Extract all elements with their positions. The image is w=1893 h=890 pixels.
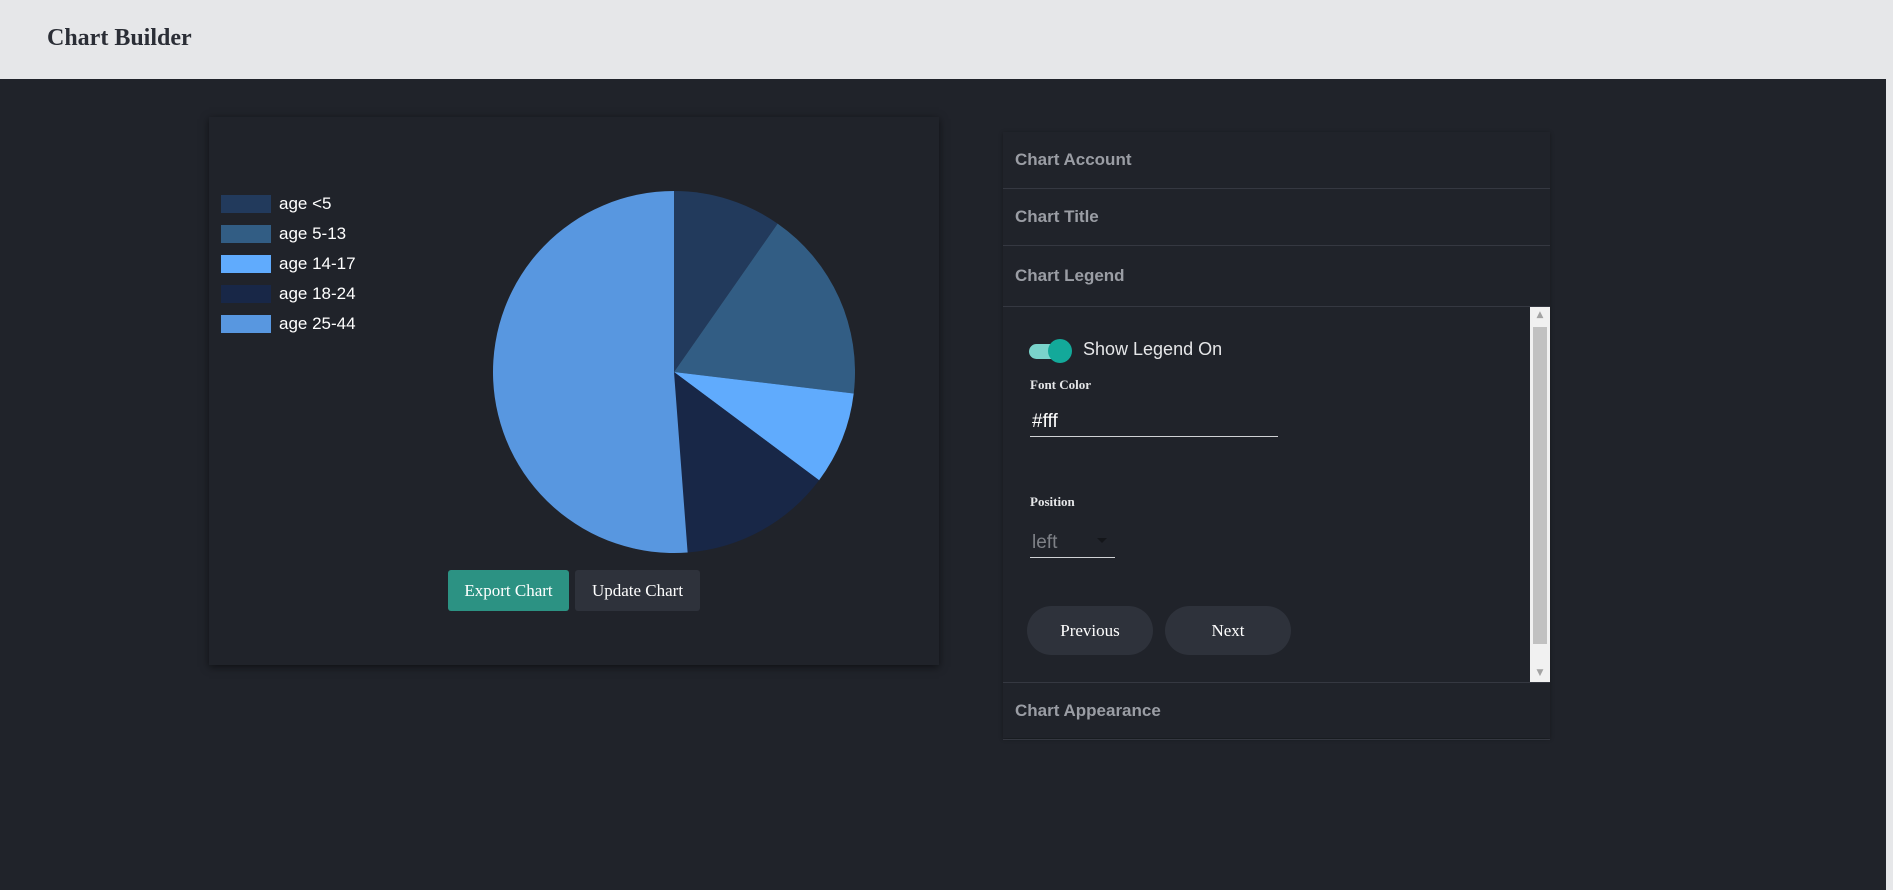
section-chart-appearance[interactable]: Chart Appearance	[1003, 683, 1550, 740]
next-button[interactable]: Next	[1165, 606, 1291, 655]
legend-label: age 14-17	[279, 254, 356, 273]
legend-item: age 5-13	[221, 219, 421, 249]
caret-down-icon	[1097, 538, 1107, 543]
section-label: Chart Appearance	[1015, 701, 1161, 720]
legend-swatch	[221, 315, 271, 333]
scrollbar-thumb[interactable]	[1533, 327, 1547, 644]
legend-settings-body: Show Legend On Font Color Position left …	[1003, 307, 1550, 683]
pie-chart	[492, 191, 855, 553]
chart-settings-panel: Chart Account Chart Title Chart Legend S…	[1003, 132, 1550, 740]
legend-label: age <5	[279, 194, 332, 213]
show-legend-toggle[interactable]	[1027, 338, 1073, 364]
section-label: Chart Legend	[1015, 266, 1125, 285]
legend-item: age 14-17	[221, 249, 421, 279]
chart-legend: age <5 age 5-13 age 14-17 age 18-24 age …	[221, 189, 421, 339]
legend-swatch	[221, 285, 271, 303]
legend-swatch	[221, 255, 271, 273]
legend-label: age 25-44	[279, 314, 356, 333]
triangle-down-icon[interactable]: ▼	[1530, 665, 1550, 682]
section-chart-account[interactable]: Chart Account	[1003, 132, 1550, 189]
legend-swatch	[221, 195, 271, 213]
chart-preview-card: age <5 age 5-13 age 14-17 age 18-24 age …	[209, 117, 939, 665]
legend-item: age 25-44	[221, 309, 421, 339]
legend-item: age <5	[221, 189, 421, 219]
section-chart-title[interactable]: Chart Title	[1003, 189, 1550, 246]
position-label: Position	[1030, 494, 1075, 509]
export-chart-button[interactable]: Export Chart	[448, 570, 569, 611]
toggle-knob	[1048, 339, 1072, 363]
legend-label: age 18-24	[279, 284, 356, 303]
position-select[interactable]: left	[1030, 526, 1115, 558]
triangle-up-icon[interactable]: ▲	[1530, 307, 1550, 324]
previous-button[interactable]: Previous	[1027, 606, 1153, 655]
update-chart-button[interactable]: Update Chart	[575, 570, 700, 611]
show-legend-label: Show Legend On	[1083, 339, 1223, 359]
page-scrollbar[interactable]	[1886, 0, 1893, 890]
section-chart-legend[interactable]: Chart Legend	[1003, 246, 1550, 307]
font-color-input[interactable]	[1030, 407, 1278, 437]
section-label: Chart Account	[1015, 150, 1132, 169]
top-bar: Chart Builder	[0, 0, 1893, 79]
app-title: Chart Builder	[47, 25, 192, 51]
pie-slice-4[interactable]	[492, 191, 688, 553]
font-color-label: Font Color	[1030, 377, 1092, 392]
legend-label: age 5-13	[279, 224, 347, 243]
position-select-value: left	[1032, 532, 1058, 553]
section-label: Chart Title	[1015, 207, 1099, 226]
legend-body-scrollbar[interactable]: ▲ ▼	[1530, 307, 1550, 682]
legend-swatch	[221, 225, 271, 243]
legend-item: age 18-24	[221, 279, 421, 309]
